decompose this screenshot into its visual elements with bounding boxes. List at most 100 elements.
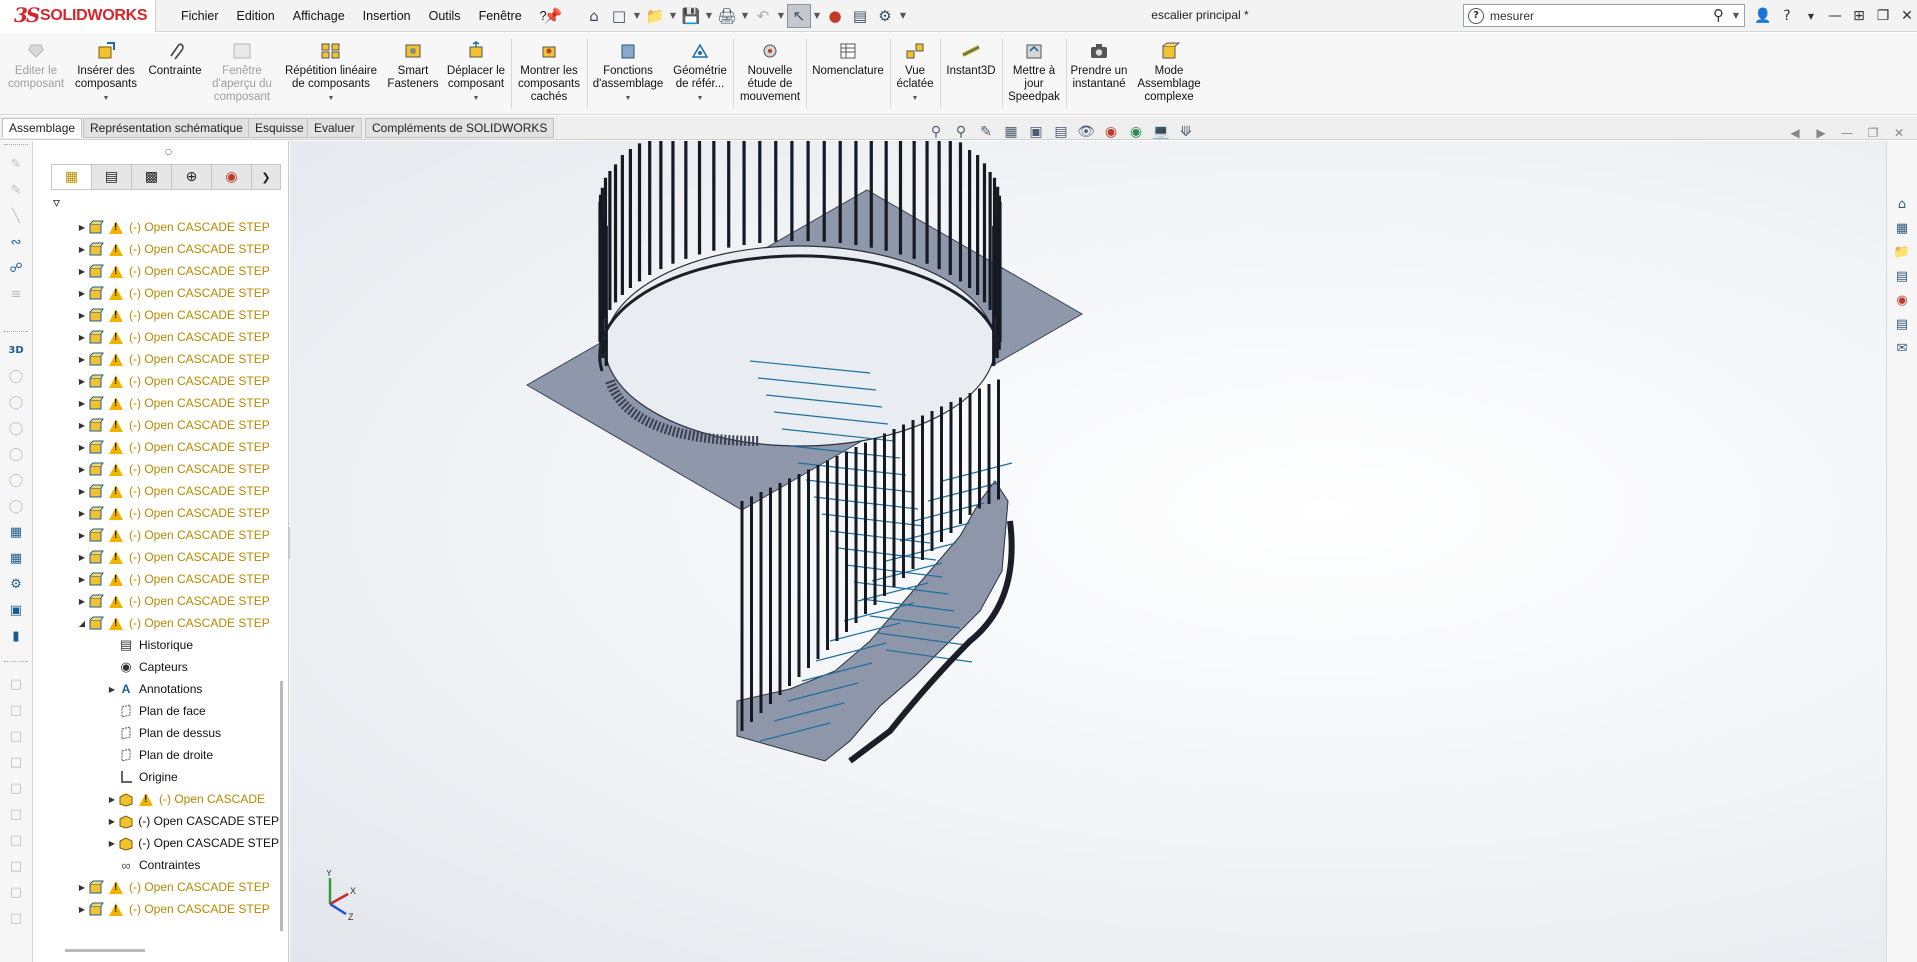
expand-arrow-icon[interactable]: ▶: [107, 839, 117, 848]
tab-esquisse[interactable]: Esquisse: [248, 118, 311, 138]
new-document-icon[interactable]: □: [607, 4, 631, 28]
sketch-tool-icon[interactable]: ✎: [5, 155, 27, 175]
tree-item-front-plane[interactable]: Plan de face: [47, 700, 279, 722]
smart-dimension-icon[interactable]: ✎: [5, 181, 27, 201]
move-component-dropdown-icon[interactable]: ▼: [444, 92, 508, 105]
tab-evaluer[interactable]: Evaluer: [307, 118, 362, 138]
insert-components-button[interactable]: Insérer des composants ▼: [72, 41, 140, 105]
property-manager-icon[interactable]: ▤: [92, 165, 132, 189]
settings-tool-icon[interactable]: ⚙: [5, 575, 27, 595]
panel-grip-icon[interactable]: ○: [165, 147, 172, 156]
expand-arrow-icon[interactable]: ▶: [77, 267, 87, 276]
speedpak-button[interactable]: Mettre à jour Speedpak: [1004, 41, 1064, 104]
zoom-to-area-icon[interactable]: ⚲: [950, 122, 972, 142]
tab-representation-schematique[interactable]: Représentation schématique: [83, 118, 250, 138]
expand-arrow-icon[interactable]: ▶: [77, 443, 87, 452]
save-icon[interactable]: 💾: [679, 4, 703, 28]
tree-item-component[interactable]: ▶ (-) Open CASCADE STEP: [47, 348, 279, 370]
dimxpert-manager-icon[interactable]: ⊕: [172, 165, 212, 189]
search-dropdown-icon[interactable]: ▼: [1733, 11, 1739, 20]
disabled-tool-icon[interactable]: □: [5, 883, 27, 903]
view-palette-icon[interactable]: ▤: [1892, 267, 1912, 287]
tree-item-annotations[interactable]: ▶ A Annotations: [47, 678, 279, 700]
collapse-left-icon[interactable]: ◀: [1786, 124, 1804, 142]
tree-horizontal-scrollbar[interactable]: [65, 949, 145, 952]
disabled-tool-icon[interactable]: ◯: [5, 419, 27, 439]
expand-arrow-icon[interactable]: ▶: [77, 575, 87, 584]
snapshot-button[interactable]: Prendre un instantané: [1068, 41, 1130, 91]
expand-arrow-icon[interactable]: ▶: [77, 509, 87, 518]
help-icon[interactable]: ?: [1776, 4, 1798, 28]
design-library-icon[interactable]: ▦: [1892, 219, 1912, 239]
move-component-button[interactable]: Déplacer le composant ▼: [444, 41, 508, 105]
rotate-view-icon[interactable]: ⟱: [1175, 122, 1197, 142]
expand-arrow-icon[interactable]: ▶: [77, 223, 87, 232]
expand-arrow-icon[interactable]: ▶: [107, 817, 117, 826]
help-dropdown-icon[interactable]: ▼: [1800, 4, 1822, 28]
view-settings-icon[interactable]: 💻: [1150, 122, 1172, 142]
expand-arrow-icon[interactable]: ▶: [77, 883, 87, 892]
reference-geometry-button[interactable]: Géométrie de référ... ▼: [668, 41, 732, 105]
expand-arrow-icon[interactable]: ▶: [107, 685, 117, 694]
user-account-icon[interactable]: 👤: [1752, 4, 1774, 28]
part-tool-icon[interactable]: ▦: [5, 523, 27, 543]
options-dropdown-icon[interactable]: ▼: [898, 4, 908, 28]
large-assembly-button[interactable]: Mode Assemblage complexe: [1132, 41, 1206, 104]
exploded-view-dropdown-icon[interactable]: ▼: [892, 92, 938, 105]
instant3d-button[interactable]: Instant3D: [942, 41, 1000, 78]
expand-arrow-icon[interactable]: ▶: [77, 421, 87, 430]
toolbar-grip[interactable]: [4, 144, 28, 145]
restore-icon[interactable]: ❐: [1872, 4, 1894, 28]
tree-item-component[interactable]: ▶ (-) Open CASCADE STEP: [47, 876, 279, 898]
reference-geometry-dropdown-icon[interactable]: ▼: [668, 92, 732, 105]
assembly-tool-icon[interactable]: ▦: [5, 549, 27, 569]
expand-arrow-icon[interactable]: ▶: [77, 333, 87, 342]
home-icon[interactable]: ⌂: [582, 4, 606, 28]
tree-item-component[interactable]: ▶ (-) Open CASCADE STEP: [47, 304, 279, 326]
edit-appearance-icon[interactable]: ◉: [1100, 122, 1122, 142]
search-input[interactable]: [1490, 7, 1690, 24]
expand-arrow-icon[interactable]: ▶: [77, 289, 87, 298]
expand-arrow-icon[interactable]: ▶: [77, 553, 87, 562]
doc-minimize-icon[interactable]: —: [1838, 124, 1856, 142]
expand-arrow-icon[interactable]: ▶: [77, 597, 87, 606]
tree-item-subcomponent[interactable]: ▶ (-) Open CASCADE STEP: [47, 832, 279, 854]
collapse-right-icon[interactable]: ▶: [1812, 124, 1830, 142]
tree-item-sensors[interactable]: ◉ Capteurs: [47, 656, 279, 678]
tree-item-component[interactable]: ▶ (-) Open CASCADE STEP: [47, 414, 279, 436]
collapse-arrow-icon[interactable]: ◢: [77, 619, 87, 628]
tree-item-component[interactable]: ▶ (-) Open CASCADE STEP: [47, 282, 279, 304]
expand-arrow-icon[interactable]: ▶: [77, 245, 87, 254]
doc-close-icon[interactable]: ✕: [1890, 124, 1908, 142]
expand-arrow-icon[interactable]: ▶: [77, 531, 87, 540]
hide-show-items-icon[interactable]: 👁: [1075, 122, 1097, 142]
solidworks-logo[interactable]: 3S SOLIDWORKS: [0, 0, 156, 32]
reference-tool-icon[interactable]: ▮: [5, 627, 27, 647]
menu-insertion[interactable]: Insertion: [354, 4, 420, 28]
tree-item-component[interactable]: ▶ (-) Open CASCADE STEP: [47, 480, 279, 502]
tree-item-component[interactable]: ▶ (-) Open CASCADE STEP: [47, 260, 279, 282]
menu-edition[interactable]: Edition: [228, 4, 284, 28]
open-folder-icon[interactable]: 📁: [643, 4, 667, 28]
pattern-tool-icon[interactable]: ≡: [5, 285, 27, 305]
disabled-tool-icon[interactable]: □: [5, 805, 27, 825]
search-box[interactable]: ? ⚲ ▼: [1463, 4, 1745, 27]
disabled-tool-icon[interactable]: □: [5, 675, 27, 695]
disabled-tool-icon[interactable]: □: [5, 857, 27, 877]
tree-item-component[interactable]: ▶ (-) Open CASCADE STEP: [47, 326, 279, 348]
expand-arrow-icon[interactable]: ▶: [107, 795, 117, 804]
assembly-features-button[interactable]: Fonctions d'assemblage ▼: [590, 41, 666, 105]
tree-item-subcomponent[interactable]: ▶ (-) Open CASCADE: [47, 788, 279, 810]
tree-item-component[interactable]: ▶ (-) Open CASCADE STEP: [47, 370, 279, 392]
spiral-staircase-model[interactable]: [290, 101, 1886, 962]
tree-item-component[interactable]: ▶ (-) Open CASCADE STEP: [47, 524, 279, 546]
select-cursor-icon[interactable]: ↖: [787, 4, 811, 28]
tree-item-subcomponent[interactable]: ▶ (-) Open CASCADE STEP: [47, 810, 279, 832]
tree-item-component[interactable]: ▶ (-) Open CASCADE STEP: [47, 590, 279, 612]
tree-filter-icon[interactable]: ▿: [53, 195, 73, 215]
disabled-tool-icon[interactable]: ◯: [5, 393, 27, 413]
exploded-view-button[interactable]: Vue éclatée ▼: [892, 41, 938, 105]
tree-item-top-plane[interactable]: Plan de dessus: [47, 722, 279, 744]
expand-arrow-icon[interactable]: ▶: [77, 355, 87, 364]
menu-outils[interactable]: Outils: [420, 4, 470, 28]
